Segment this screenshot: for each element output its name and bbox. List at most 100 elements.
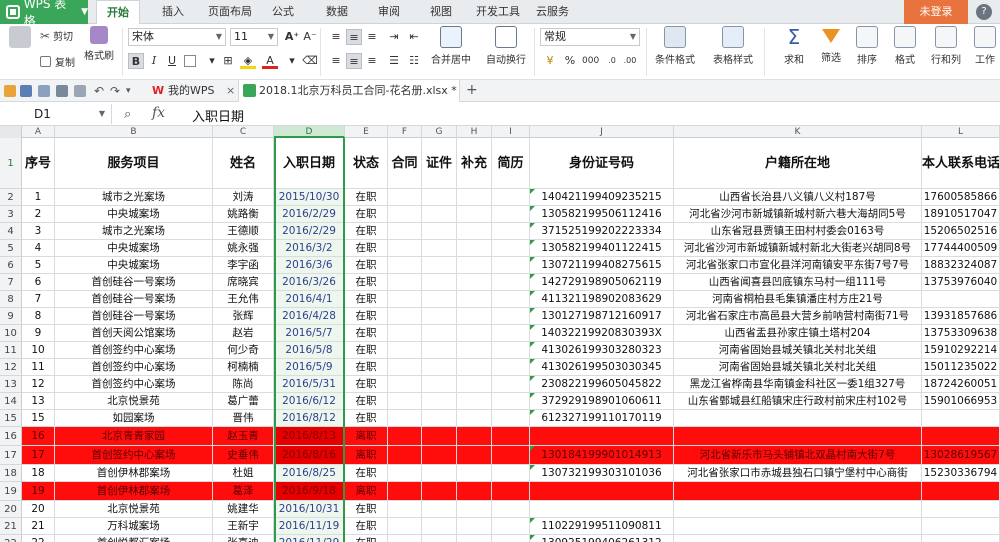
cell-g[interactable] [422, 535, 457, 542]
cell-c[interactable]: 席晓宾 [213, 274, 274, 291]
row-header[interactable]: 18 [0, 465, 22, 482]
cell-k[interactable] [674, 482, 922, 501]
cell-e[interactable]: 在职 [345, 325, 388, 342]
cell-d[interactable]: 2016/3/26 [274, 274, 345, 291]
font-name-select[interactable]: 宋体 ▼ [128, 28, 226, 46]
cell-l[interactable]: 15230336794 [922, 465, 1000, 482]
align-left-icon[interactable]: ≡ [328, 53, 344, 69]
chevron-down-icon[interactable]: ▾ [204, 53, 220, 69]
tab-formulas[interactable]: 公式 [272, 0, 294, 24]
tab-workbook[interactable]: 2018.1北京万科员工合同-花名册.xlsx * × [238, 80, 460, 119]
column-header-a[interactable]: A [22, 126, 55, 138]
cell-g[interactable] [422, 325, 457, 342]
grow-font-button[interactable]: A⁺ [284, 29, 300, 45]
cell-a[interactable]: 5 [22, 257, 55, 274]
tab-home[interactable]: 开始 [96, 0, 140, 24]
cell-f[interactable] [388, 393, 422, 410]
cell-e[interactable]: 在职 [345, 359, 388, 376]
cell-e[interactable]: 在职 [345, 393, 388, 410]
formula-input[interactable]: 入职日期 [192, 106, 244, 125]
cell-k[interactable] [674, 410, 922, 427]
cell-f[interactable] [388, 325, 422, 342]
cell-h[interactable] [457, 308, 492, 325]
cell-k[interactable] [674, 427, 922, 446]
cell-b[interactable]: 如园案场 [55, 410, 213, 427]
cell-a[interactable]: 18 [22, 465, 55, 482]
cell-g[interactable] [422, 482, 457, 501]
cell-e[interactable]: 离职 [345, 427, 388, 446]
align-center-icon[interactable]: ≡ [346, 53, 362, 69]
cell-j[interactable]: 身份证号码 [530, 138, 674, 189]
cell-k[interactable]: 山东省冠县贾镇王田村村委会0163号 [674, 223, 922, 240]
cell-e[interactable]: 在职 [345, 189, 388, 206]
cell-f[interactable] [388, 376, 422, 393]
cell-a[interactable]: 21 [22, 518, 55, 535]
format-painter-button[interactable]: 格式刷 [82, 26, 116, 62]
export-icon[interactable] [74, 85, 86, 97]
cell-h[interactable] [457, 482, 492, 501]
justify-icon[interactable]: ☰ [386, 53, 402, 69]
cell-j[interactable]: 372929198901060611 [530, 393, 674, 410]
cell-g[interactable] [422, 427, 457, 446]
search-icon[interactable]: ⌕ [124, 107, 131, 122]
conditional-format-button[interactable]: 条件格式 [650, 26, 700, 66]
cell-h[interactable] [457, 223, 492, 240]
cell-d[interactable]: 2016/5/9 [274, 359, 345, 376]
cell-g[interactable] [422, 410, 457, 427]
cell-c[interactable]: 姚路衡 [213, 206, 274, 223]
close-icon[interactable]: × [226, 84, 235, 97]
cell-e[interactable]: 在职 [345, 465, 388, 482]
row-header[interactable]: 7 [0, 274, 22, 291]
number-format-select[interactable]: 常规 ▼ [540, 28, 640, 46]
border-icon[interactable] [184, 55, 196, 67]
increase-decimal-icon[interactable]: .0 [604, 53, 620, 69]
cell-j[interactable]: 130582199506112416 [530, 206, 674, 223]
cell-f[interactable] [388, 535, 422, 542]
decrease-decimal-icon[interactable]: .00 [622, 53, 638, 69]
cell-b[interactable]: 首创伊林郡案场 [55, 482, 213, 501]
cell-j[interactable]: 130127198712160917 [530, 308, 674, 325]
cell-i[interactable] [492, 535, 530, 542]
cell-e[interactable]: 在职 [345, 518, 388, 535]
row-header[interactable]: 20 [0, 501, 22, 518]
cell-k[interactable]: 河北省新乐市马头铺镇北双晶村南大街7号 [674, 446, 922, 465]
row-header[interactable]: 1 [0, 138, 22, 189]
cell-l[interactable]: 17744400509 [922, 240, 1000, 257]
cell-l[interactable]: 17600585866 [922, 189, 1000, 206]
cell-k[interactable] [674, 518, 922, 535]
cell-k[interactable]: 河北省沙河市新城镇新城村新六巷大海胡同5号 [674, 206, 922, 223]
cell-e[interactable]: 在职 [345, 376, 388, 393]
app-menu-button[interactable]: WPS 表格 ▼ [0, 0, 88, 28]
cell-d[interactable]: 入职日期 [274, 138, 345, 189]
cell-g[interactable] [422, 223, 457, 240]
format-button[interactable]: 格式 [888, 26, 922, 66]
cell-k[interactable]: 河北省张家口市宣化县洋河南镇安平东街7号7号 [674, 257, 922, 274]
cell-l[interactable]: 13931857686 [922, 308, 1000, 325]
new-tab-icon[interactable]: + [466, 82, 478, 98]
row-header[interactable]: 13 [0, 376, 22, 393]
cell-b[interactable]: 首创签约中心案场 [55, 359, 213, 376]
cell-e[interactable]: 在职 [345, 274, 388, 291]
row-header[interactable]: 9 [0, 308, 22, 325]
underline-button[interactable]: U [164, 53, 180, 69]
name-box[interactable]: D1 ▼ [0, 104, 112, 124]
cell-d[interactable]: 2015/10/30 [274, 189, 345, 206]
cell-k[interactable]: 河北省石家庄市高邑县大营乡前呐营村南街71号 [674, 308, 922, 325]
cell-b[interactable]: 首创硅谷一号案场 [55, 291, 213, 308]
cell-h[interactable] [457, 427, 492, 446]
cell-i[interactable] [492, 257, 530, 274]
cell-e[interactable]: 在职 [345, 206, 388, 223]
cell-e[interactable]: 在职 [345, 257, 388, 274]
cell-h[interactable] [457, 189, 492, 206]
cell-d[interactable]: 2016/5/8 [274, 342, 345, 359]
bold-button[interactable]: B [128, 53, 144, 69]
tab-my-wps[interactable]: W 我的WPS × [148, 80, 235, 102]
cell-k[interactable]: 户籍所在地 [674, 138, 922, 189]
cell-a[interactable]: 11 [22, 359, 55, 376]
cell-b[interactable]: 万科城案场 [55, 518, 213, 535]
font-color-button[interactable]: A [262, 53, 278, 69]
cell-f[interactable] [388, 223, 422, 240]
redo-icon[interactable]: ↷ [110, 85, 122, 97]
cell-i[interactable] [492, 427, 530, 446]
cell-f[interactable] [388, 501, 422, 518]
